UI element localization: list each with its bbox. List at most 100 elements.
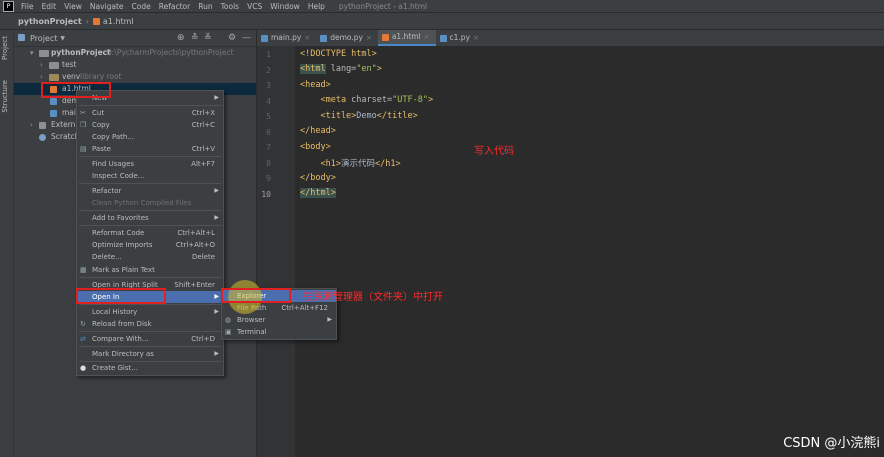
code-line-2: <html lang="en"> — [300, 64, 382, 74]
h1-text: 演示代码 — [340, 159, 375, 169]
tree-row-root[interactable]: ▾ pythonProject D:\PycharmProjects\pytho… — [14, 47, 256, 59]
shortcut: Ctrl+C — [191, 121, 215, 129]
code-editor[interactable]: <!DOCTYPE html> <html lang="en"> <head> … — [296, 46, 884, 457]
menu-item-inspect-code[interactable]: Inspect Code... — [77, 170, 223, 182]
menu-help[interactable]: Help — [304, 2, 329, 11]
expand-all-icon[interactable]: ≛ — [191, 33, 199, 43]
menu-label: Copy — [92, 121, 110, 129]
menu-separator — [79, 210, 221, 211]
close-icon[interactable]: × — [473, 30, 479, 46]
tab-c1-py[interactable]: c1.py × — [436, 30, 485, 46]
menu-item-cut[interactable]: ✂ Cut Ctrl+X — [77, 107, 223, 119]
menu-label: Copy Path... — [92, 133, 135, 141]
root-project-path: D:\PycharmProjects\pythonProject — [106, 48, 234, 57]
menu-view[interactable]: View — [60, 2, 86, 11]
meta-tag: <meta — [300, 95, 347, 105]
menu-item-terminal[interactable]: ▣ Terminal — [222, 326, 336, 338]
submenu-arrow-icon: ▶ — [214, 350, 219, 357]
annotation-box-explorer — [221, 288, 291, 303]
shortcut: Ctrl+Alt+F12 — [281, 304, 328, 312]
tab-a1-html[interactable]: a1.html × — [377, 29, 436, 46]
shortcut: Ctrl+D — [191, 335, 215, 343]
menu-label: Compare With... — [92, 335, 149, 343]
menu-label: Local History — [92, 308, 138, 316]
menu-item-create-gist[interactable]: ● Create Gist... — [77, 362, 223, 374]
menu-tools[interactable]: Tools — [217, 2, 243, 11]
code-line-6: </head> — [300, 126, 336, 136]
project-tool-tab[interactable]: Project — [1, 36, 9, 60]
submenu-arrow-icon: ▶ — [214, 308, 219, 315]
menu-item-mark-directory[interactable]: Mark Directory as ▶ — [77, 348, 223, 360]
pycharm-logo-icon: P — [3, 0, 14, 12]
python-file-icon — [50, 98, 57, 105]
shortcut: Delete — [192, 253, 215, 261]
tab-demo-py[interactable]: demo.py × — [316, 30, 378, 46]
menu-item-paste[interactable]: ▤ Paste Ctrl+V — [77, 143, 223, 155]
tab-main-py[interactable]: main.py × — [257, 30, 316, 46]
menu-item-clean-python[interactable]: Clean Python Compiled Files — [77, 197, 223, 209]
menu-label: Reload from Disk — [92, 320, 152, 328]
menu-window[interactable]: Window — [266, 2, 304, 11]
line-number: 5 — [266, 112, 271, 121]
menu-item-delete[interactable]: Delete... Delete — [77, 251, 223, 263]
chevron-down-icon[interactable]: ▼ — [60, 35, 65, 42]
project-panel-header: Project ▼ ⊕ ≛ ≚ ⚙ — — [14, 30, 256, 47]
menu-item-mark-plain-text[interactable]: ▦ Mark as Plain Text — [77, 264, 223, 276]
menu-item-copy-path[interactable]: Copy Path... — [77, 131, 223, 143]
menu-item-optimize-imports[interactable]: Optimize Imports Ctrl+Alt+O — [77, 239, 223, 251]
context-menu: New ▶ ✂ Cut Ctrl+X ❐ Copy Ctrl+C Copy Path...… — [76, 90, 224, 376]
folder-icon — [49, 74, 59, 81]
breadcrumb-separator-icon: › — [85, 16, 89, 26]
menu-item-refactor[interactable]: Refactor ▶ — [77, 185, 223, 197]
menu-label: Inspect Code... — [92, 172, 145, 180]
menu-navigate[interactable]: Navigate — [86, 2, 128, 11]
code-line-5: <title>Demo</title> — [300, 111, 417, 121]
code-line-8: <h1>演示代码</h1> — [300, 157, 400, 169]
structure-tool-tab[interactable]: Structure — [1, 80, 9, 113]
menu-item-compare-with[interactable]: ⇄ Compare With... Ctrl+D — [77, 333, 223, 345]
menu-vcs[interactable]: VCS — [243, 2, 266, 11]
project-panel-title[interactable]: Project — [30, 34, 57, 43]
menu-item-add-favorites[interactable]: Add to Favorites ▶ — [77, 212, 223, 224]
python-file-icon — [50, 110, 57, 117]
close-icon[interactable]: × — [424, 29, 430, 45]
breadcrumb-project[interactable]: pythonProject — [18, 17, 82, 26]
chevron-down-icon[interactable]: ▾ — [30, 47, 34, 59]
menu-item-reload-disk[interactable]: ↻ Reload from Disk — [77, 318, 223, 330]
html-file-icon — [92, 17, 100, 25]
chevron-right-icon[interactable]: › — [40, 59, 43, 71]
terminal-icon: ▣ — [225, 328, 232, 336]
shortcut: Ctrl+Alt+L — [177, 229, 215, 237]
gear-icon[interactable]: ⚙ — [228, 33, 236, 43]
chevron-right-icon[interactable]: › — [30, 119, 33, 131]
menu-code[interactable]: Code — [128, 2, 155, 11]
menu-refactor[interactable]: Refactor — [155, 2, 194, 11]
close-icon[interactable]: × — [366, 30, 372, 46]
close-icon[interactable]: × — [304, 30, 310, 46]
annotation-box-a1-html — [41, 82, 111, 98]
menu-run[interactable]: Run — [194, 2, 216, 11]
globe-icon: ◍ — [225, 316, 232, 324]
breadcrumb-file[interactable]: a1.html — [103, 17, 134, 26]
menu-item-browser[interactable]: ◍ Browser ▶ — [222, 314, 336, 326]
code-line-9: </body> — [300, 173, 336, 183]
menu-item-local-history[interactable]: Local History ▶ — [77, 306, 223, 318]
line-number: 10 — [261, 190, 271, 199]
menu-edit[interactable]: Edit — [38, 2, 61, 11]
collapse-all-icon[interactable]: ≚ — [204, 33, 212, 43]
menu-item-reformat[interactable]: Reformat Code Ctrl+Alt+L — [77, 227, 223, 239]
html-file-icon — [381, 33, 389, 41]
submenu-arrow-icon: ▶ — [327, 316, 332, 323]
menu-label: Delete... — [92, 253, 122, 261]
tab-label: main.py — [271, 33, 302, 42]
hide-icon[interactable]: — — [242, 33, 251, 43]
tree-row-test[interactable]: › test — [14, 59, 256, 71]
menu-file[interactable]: File — [17, 2, 38, 11]
menu-separator — [79, 225, 221, 226]
library-icon — [39, 122, 46, 129]
locate-icon[interactable]: ⊕ — [177, 33, 185, 43]
menu-item-copy[interactable]: ❐ Copy Ctrl+C — [77, 119, 223, 131]
shortcut: Ctrl+X — [191, 109, 215, 117]
menu-item-find-usages[interactable]: Find Usages Alt+F7 — [77, 158, 223, 170]
python-file-icon — [439, 34, 447, 42]
